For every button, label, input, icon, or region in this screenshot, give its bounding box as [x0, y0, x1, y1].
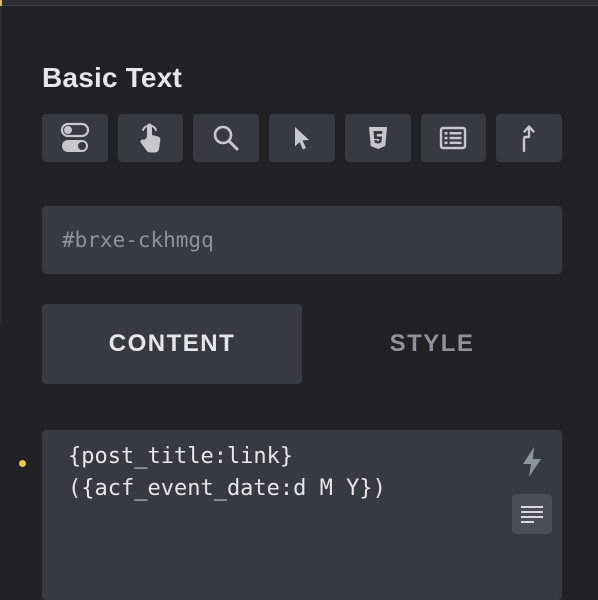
cursor-arrow-icon [295, 127, 310, 150]
panel-title: Basic Text [42, 62, 182, 93]
panel-left-edge [0, 6, 2, 324]
structure-button[interactable] [420, 114, 487, 162]
tab-style[interactable]: STYLE [302, 304, 562, 384]
tab-content[interactable]: CONTENT [42, 304, 302, 384]
editor-line-2: ({acf_event_date:d M Y}) [68, 476, 386, 501]
element-id-field[interactable]: #brxe-ckhmgq [42, 206, 562, 274]
text-lines-icon [521, 506, 543, 523]
toggle-button[interactable] [42, 114, 108, 162]
search-icon [213, 125, 239, 151]
pointer-hand-icon [140, 123, 160, 153]
search-button[interactable] [193, 114, 260, 162]
changed-indicator-dot [19, 460, 26, 467]
css3-icon [368, 127, 387, 149]
select-element-button[interactable] [269, 114, 335, 162]
go-to-parent-button[interactable] [496, 114, 563, 162]
element-toolbar [42, 114, 563, 162]
interactions-button[interactable] [117, 114, 184, 162]
css-button[interactable] [344, 114, 411, 162]
bolt-icon[interactable] [519, 446, 545, 478]
text-editor[interactable]: {post_title:link} ({acf_event_date:d M Y… [42, 430, 562, 600]
list-table-icon [440, 126, 467, 150]
editor-line-1: {post_title:link} [68, 444, 294, 469]
arrow-up-icon [522, 125, 535, 153]
toggle-editor-button[interactable] [512, 494, 552, 534]
toggle-icon [60, 122, 89, 152]
panel-top-border [0, 0, 598, 6]
